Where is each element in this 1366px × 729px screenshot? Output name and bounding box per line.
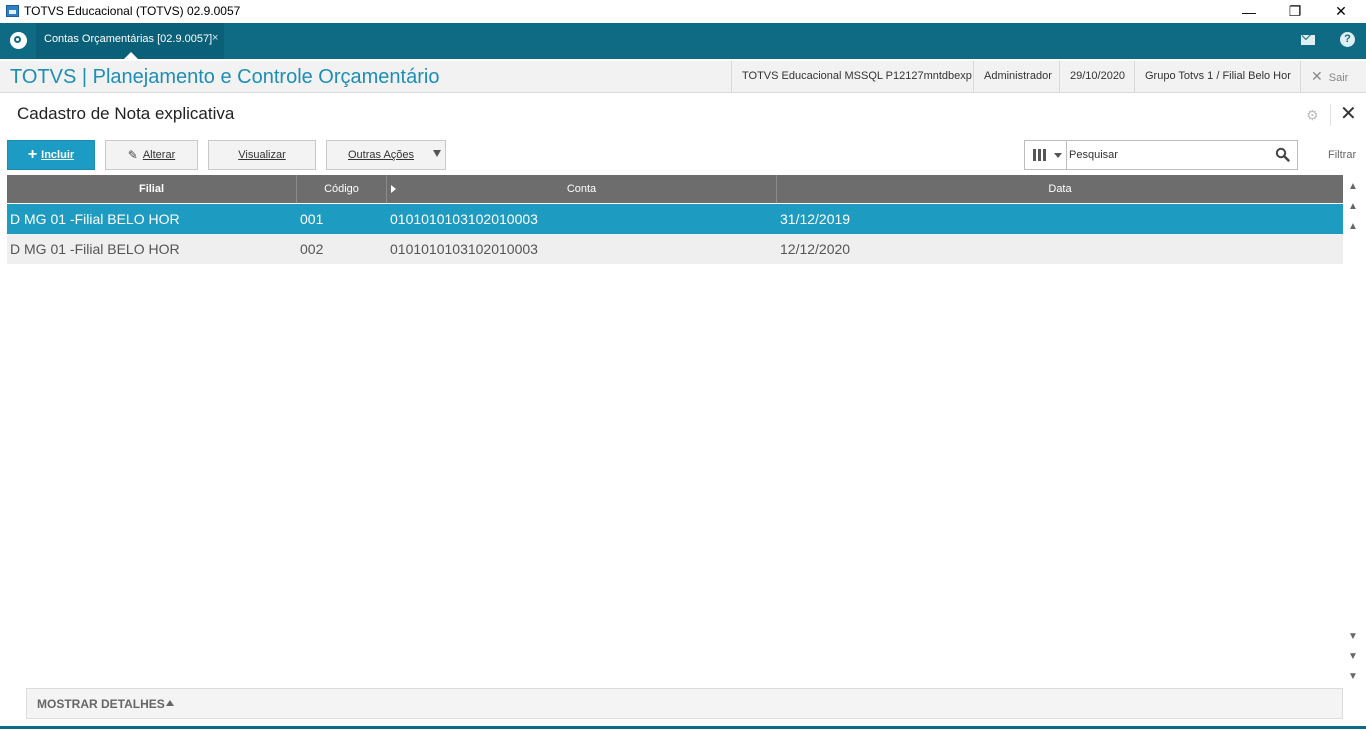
tab-close-icon[interactable]: ×: [212, 32, 218, 44]
mail-icon[interactable]: [1301, 35, 1315, 45]
search-box: [1024, 140, 1298, 170]
scroll-top-icon[interactable]: ▲: [1346, 179, 1360, 195]
date-info[interactable]: 29/10/2020: [1059, 61, 1135, 92]
app-icon: [6, 5, 19, 17]
totvs-logo-icon[interactable]: [10, 32, 27, 49]
cell-filial: D MG 01 -Filial BELO HOR: [10, 211, 180, 227]
columns-selector-button[interactable]: [1025, 141, 1067, 169]
data-grid: Filial Código Conta Data D MG 01 -Filial…: [7, 175, 1343, 687]
alterar-button[interactable]: ✎ Alterar: [105, 140, 198, 170]
close-page-icon[interactable]: ✕: [1340, 104, 1357, 124]
minimize-button[interactable]: —: [1226, 0, 1272, 23]
filter-link[interactable]: Filtrar: [1328, 149, 1356, 161]
scroll-bottom-icon[interactable]: ▼: [1346, 669, 1360, 685]
page-title: Cadastro de Nota explicativa: [17, 104, 235, 123]
details-toggle-label: MOSTRAR DETALHES: [37, 697, 165, 711]
search-input[interactable]: [1069, 144, 1269, 166]
grid-header: Filial Código Conta Data: [7, 175, 1343, 203]
cell-codigo: 001: [300, 211, 324, 227]
close-window-button[interactable]: ✕: [1318, 0, 1364, 23]
visualizar-button[interactable]: Visualizar: [208, 140, 316, 170]
cell-data: 12/12/2020: [780, 241, 851, 257]
tab-contas-orcamentarias[interactable]: Contas Orçamentárias [02.9.0057] ×: [36, 23, 224, 59]
active-tab-indicator: [124, 52, 138, 59]
alterar-label: Alterar: [142, 149, 176, 161]
scroll-down-icon[interactable]: ▼: [1346, 629, 1360, 645]
environment-info[interactable]: TOTVS Educacional MSSQL P12127mntdbexp: [731, 61, 982, 92]
logout-button[interactable]: ✕ Sair: [1300, 61, 1348, 92]
restore-button[interactable]: ❐: [1272, 0, 1318, 23]
scroll-up-icon[interactable]: ▲: [1346, 219, 1360, 235]
tab-label: Contas Orçamentárias [02.9.0057]: [44, 33, 213, 45]
chevron-down-icon: [1054, 153, 1062, 158]
table-row[interactable]: D MG 01 -Filial BELO HOR 001 01010101031…: [7, 204, 1343, 234]
app-header: TOTVS | Planejamento e Controle Orçament…: [0, 61, 1366, 93]
column-header-data[interactable]: Data: [777, 175, 1343, 203]
cell-filial: D MG 01 -Filial BELO HOR: [10, 241, 180, 257]
column-header-conta[interactable]: Conta: [387, 175, 777, 203]
tab-bar: Contas Orçamentárias [02.9.0057] × ?: [0, 23, 1366, 59]
outras-acoes-label: Outras Ações: [348, 149, 415, 161]
chevron-up-icon: [166, 700, 174, 706]
pencil-icon: ✎: [127, 148, 138, 162]
branch-info[interactable]: Grupo Totvs 1 / Filial Belo Hor: [1134, 61, 1301, 92]
cell-data: 31/12/2019: [780, 211, 851, 227]
columns-icon: [1033, 149, 1047, 161]
details-toggle-bar[interactable]: MOSTRAR DETALHES: [26, 688, 1343, 719]
close-icon: ✕: [1311, 68, 1323, 84]
cell-codigo: 002: [300, 241, 324, 257]
divider: [1330, 104, 1331, 126]
table-row[interactable]: D MG 01 -Filial BELO HOR 002 01010101031…: [7, 234, 1343, 264]
help-icon[interactable]: ?: [1340, 32, 1355, 47]
chevron-down-icon: [433, 150, 441, 157]
logout-label: Sair: [1328, 72, 1349, 84]
scroll-page-down-icon[interactable]: ▼: [1346, 649, 1360, 665]
scroll-page-up-icon[interactable]: ▲: [1346, 199, 1360, 215]
gear-icon[interactable]: ⚙: [1306, 108, 1320, 122]
cell-conta: 0101010103102010003: [390, 211, 538, 227]
window-titlebar: TOTVS Educacional (TOTVS) 02.9.0057 — ❐ …: [0, 0, 1366, 23]
column-header-filial[interactable]: Filial: [7, 175, 297, 203]
cell-conta: 0101010103102010003: [390, 241, 538, 257]
search-icon[interactable]: [1275, 147, 1290, 162]
window-title: TOTVS Educacional (TOTVS) 02.9.0057: [24, 4, 241, 18]
outras-acoes-button[interactable]: Outras Ações: [326, 140, 446, 170]
incluir-button[interactable]: + Incluir: [7, 140, 95, 170]
column-header-codigo[interactable]: Código: [297, 175, 387, 203]
vertical-scrollbar[interactable]: ▲ ▲ ▲ ▼ ▼ ▼: [1343, 175, 1363, 687]
visualizar-label: Visualizar: [238, 149, 286, 161]
app-title: TOTVS | Planejamento e Controle Orçament…: [10, 66, 440, 88]
incluir-label: Incluir: [41, 149, 75, 161]
user-info[interactable]: Administrador: [973, 61, 1062, 92]
plus-icon: +: [27, 146, 38, 163]
